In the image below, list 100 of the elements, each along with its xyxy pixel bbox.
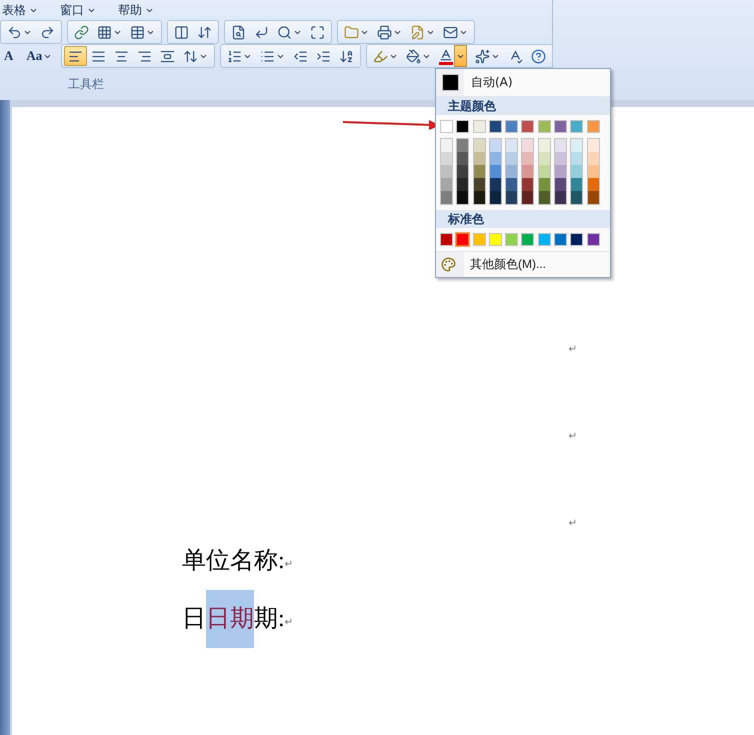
undo-icon: [7, 24, 22, 40]
color-swatch[interactable]: [472, 120, 486, 133]
color-swatch[interactable]: [538, 178, 550, 191]
color-swatch[interactable]: [506, 139, 518, 152]
maximize-icon: [310, 24, 325, 40]
color-swatch[interactable]: [555, 139, 566, 152]
indent-decrease-icon: [293, 48, 308, 64]
text-case-button[interactable]: Aa: [22, 46, 56, 66]
color-swatch[interactable]: [588, 139, 599, 152]
numbered-list-icon: [227, 48, 242, 64]
color-swatch[interactable]: [571, 152, 582, 165]
justify-icon: [91, 48, 106, 64]
paragraph-mark: ↵: [284, 558, 294, 570]
grid-icon: [97, 24, 112, 40]
color-swatch[interactable]: [555, 191, 566, 204]
color-swatch[interactable]: [457, 165, 468, 178]
color-swatch[interactable]: [505, 120, 518, 133]
document-text: 期:: [254, 606, 285, 632]
color-swatch[interactable]: [588, 152, 599, 165]
color-swatch[interactable]: [490, 191, 501, 204]
document-text: 单位名称:: [182, 548, 285, 574]
color-swatch[interactable]: [441, 178, 452, 191]
color-swatch[interactable]: [555, 165, 566, 178]
color-swatch[interactable]: [505, 233, 518, 246]
color-swatch[interactable]: [522, 178, 534, 191]
color-swatch[interactable]: [571, 191, 582, 204]
color-swatch[interactable]: [586, 233, 600, 246]
color-swatch[interactable]: [522, 152, 534, 165]
color-swatch[interactable]: [538, 120, 551, 133]
color-swatch[interactable]: [441, 165, 452, 178]
color-swatch[interactable]: [538, 139, 550, 152]
color-swatch[interactable]: [554, 120, 568, 133]
menu-item[interactable]: 帮助: [118, 2, 154, 18]
color-swatch[interactable]: [457, 191, 468, 204]
color-swatch[interactable]: [570, 233, 584, 246]
color-swatch[interactable]: [457, 152, 468, 165]
font-color-icon: [439, 48, 454, 64]
color-swatch[interactable]: [571, 178, 582, 191]
color-swatch[interactable]: [538, 233, 551, 246]
color-swatch[interactable]: [441, 139, 452, 152]
align-left-button[interactable]: [64, 46, 88, 66]
color-swatch[interactable]: [555, 152, 566, 165]
color-swatch[interactable]: [474, 165, 485, 178]
color-swatch[interactable]: [570, 120, 584, 133]
table-icon: [130, 24, 145, 40]
color-swatch[interactable]: [506, 165, 518, 178]
color-swatch[interactable]: [474, 178, 485, 191]
color-swatch[interactable]: [440, 120, 453, 133]
color-swatch[interactable]: [571, 139, 582, 152]
color-swatch[interactable]: [456, 120, 470, 133]
color-swatch[interactable]: [521, 120, 534, 133]
color-swatch[interactable]: [490, 178, 501, 191]
color-swatch[interactable]: [588, 165, 599, 178]
color-swatch[interactable]: [440, 233, 453, 246]
indent-increase-icon: [316, 48, 332, 64]
text-case-button[interactable]: A: [0, 46, 18, 66]
group-label: 工具栏: [68, 76, 104, 92]
color-swatch[interactable]: [488, 233, 502, 246]
automatic-color-item[interactable]: 自动(A): [436, 69, 610, 97]
color-swatch[interactable]: [490, 165, 501, 178]
document-text: 日期: [206, 606, 254, 632]
color-swatch[interactable]: [588, 178, 599, 191]
menu-item[interactable]: 表格: [2, 2, 38, 18]
align-left-icon: [68, 48, 84, 64]
color-swatch[interactable]: [522, 191, 534, 204]
arrows-icon: [197, 24, 212, 40]
color-swatch[interactable]: [571, 165, 582, 178]
color-swatch[interactable]: [538, 165, 550, 178]
more-colors-item[interactable]: 其他颜色(M)...: [436, 251, 610, 277]
color-swatch[interactable]: [488, 120, 502, 133]
color-swatch[interactable]: [506, 178, 518, 191]
color-swatch[interactable]: [457, 178, 468, 191]
color-swatch[interactable]: [555, 178, 566, 191]
line-spacing-icon: [183, 48, 198, 64]
color-swatch[interactable]: [441, 191, 452, 204]
color-swatch[interactable]: [490, 139, 501, 152]
menu-item[interactable]: 窗口: [60, 2, 96, 18]
color-swatch[interactable]: [457, 139, 468, 152]
spell-check-icon: [508, 48, 524, 64]
color-swatch[interactable]: [506, 191, 518, 204]
color-swatch[interactable]: [522, 165, 534, 178]
paint-bucket-icon: [406, 48, 422, 64]
color-swatch[interactable]: [588, 191, 599, 204]
color-swatch[interactable]: [490, 152, 501, 165]
color-swatch[interactable]: [521, 233, 534, 246]
envelope-icon: [443, 24, 458, 40]
color-swatch[interactable]: [554, 233, 568, 246]
color-swatch[interactable]: [586, 120, 600, 133]
color-swatch[interactable]: [472, 233, 486, 246]
document-pen-icon: [410, 24, 425, 40]
color-swatch[interactable]: [522, 139, 534, 152]
color-swatch[interactable]: [474, 152, 485, 165]
color-swatch[interactable]: [538, 152, 550, 165]
color-swatch[interactable]: [474, 191, 485, 204]
color-swatch[interactable]: [538, 191, 550, 204]
color-swatch[interactable]: [441, 152, 452, 165]
color-swatch[interactable]: [474, 139, 485, 152]
color-swatch[interactable]: [506, 152, 518, 165]
color-swatch[interactable]: [456, 233, 470, 246]
help-icon: [531, 48, 546, 64]
